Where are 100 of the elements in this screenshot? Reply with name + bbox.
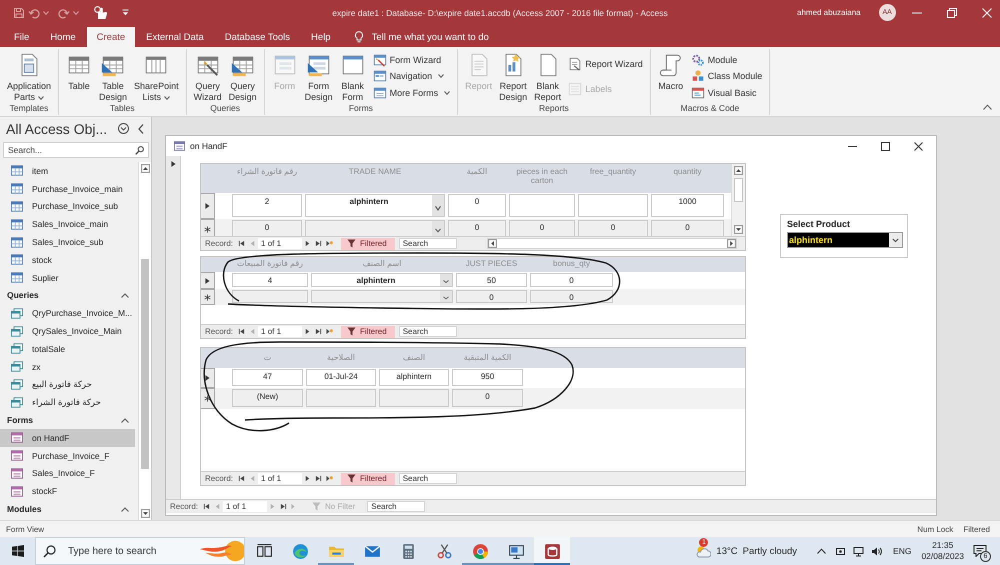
- first-record-icon[interactable]: [238, 328, 246, 335]
- search-field[interactable]: Search...: [8, 145, 135, 155]
- weather-icon[interactable]: [695, 544, 712, 558]
- text-field[interactable]: 0: [578, 220, 648, 237]
- nav-item[interactable]: Sales_Invoice_main: [0, 215, 135, 234]
- combo-box[interactable]: alphintern: [305, 194, 445, 217]
- chevron-up-icon[interactable]: [817, 548, 826, 554]
- new-record-icon[interactable]: [326, 475, 334, 482]
- first-record-icon[interactable]: [203, 503, 210, 510]
- menu-tab[interactable]: File: [4, 27, 40, 47]
- ribbon-button[interactable]: Report Wizard: [568, 57, 643, 72]
- ribbon-button[interactable]: Class Module: [690, 69, 762, 84]
- text-field[interactable]: [306, 389, 376, 407]
- new-record-icon[interactable]: [326, 240, 334, 247]
- text-field[interactable]: 0: [232, 220, 302, 237]
- menu-tab[interactable]: Help: [301, 27, 341, 47]
- text-field[interactable]: 0: [530, 273, 613, 287]
- ribbon-button[interactable]: More Forms: [372, 86, 450, 100]
- caret-icon[interactable]: [73, 10, 79, 14]
- ribbon-button[interactable]: Table: [64, 52, 94, 92]
- text-field[interactable]: [232, 290, 308, 303]
- nav-item[interactable]: item: [0, 162, 135, 180]
- ribbon-button[interactable]: Macro: [656, 52, 686, 92]
- first-record-icon[interactable]: [238, 475, 246, 482]
- menu-tab[interactable]: Create: [86, 27, 136, 47]
- search-field[interactable]: Tell me what you want to do: [372, 32, 522, 42]
- search-box[interactable]: Search...: [3, 142, 149, 158]
- nav-item[interactable]: stockF: [0, 482, 135, 500]
- nav-item[interactable]: QryPurchase_Invoice_M...: [0, 304, 135, 322]
- ribbon-button[interactable]: Visual Basic: [690, 86, 762, 100]
- nav-group-header[interactable]: Forms: [0, 411, 138, 429]
- text-field[interactable]: 0: [651, 220, 724, 237]
- nav-item[interactable]: QrySales_Invoice_Main: [0, 322, 135, 340]
- text-field[interactable]: 0: [448, 194, 506, 217]
- nav-item[interactable]: stock: [0, 250, 135, 269]
- record-selector[interactable]: [201, 388, 215, 409]
- record-number-field[interactable]: 1 of 1: [258, 326, 302, 337]
- clock[interactable]: 21:35 02/08/2023: [921, 540, 964, 562]
- weather-widget[interactable]: 13°C Partly cloudy: [716, 546, 798, 556]
- search-field[interactable]: Search: [398, 238, 457, 249]
- nav-item[interactable]: Sales_Invoice_F: [0, 464, 135, 482]
- record-number-field[interactable]: 1 of 1: [258, 238, 302, 249]
- close-icon[interactable]: [914, 142, 923, 150]
- caret-icon[interactable]: [43, 10, 49, 14]
- scroll-up-icon[interactable]: [734, 166, 743, 175]
- nav-item[interactable]: Purchase_Invoice_sub: [0, 198, 135, 216]
- text-field[interactable]: alphintern: [379, 369, 449, 386]
- text-field[interactable]: 01-Jul-24: [306, 369, 376, 386]
- taskbar-button[interactable]: [534, 537, 570, 565]
- text-field[interactable]: 0: [530, 290, 613, 303]
- ribbon-button[interactable]: SharePoint Lists: [132, 52, 181, 103]
- ribbon-button[interactable]: Blank Form: [338, 52, 368, 103]
- menu-tab[interactable]: Database Tools: [214, 27, 300, 47]
- last-record-icon[interactable]: [280, 503, 288, 510]
- restore-icon[interactable]: [946, 8, 957, 18]
- search-field[interactable]: Search: [398, 473, 457, 484]
- hand-icon[interactable]: [94, 6, 108, 20]
- last-record-icon[interactable]: [315, 475, 322, 482]
- first-record-icon[interactable]: [238, 240, 246, 247]
- text-field[interactable]: 47: [232, 369, 303, 386]
- nav-item[interactable]: totalSale: [0, 340, 135, 358]
- nav-item[interactable]: حركة فاتورة البيع: [0, 376, 135, 394]
- ribbon-button[interactable]: Application Parts: [5, 52, 54, 103]
- menu-tab[interactable]: Home: [40, 27, 86, 47]
- text-field[interactable]: 0: [509, 220, 575, 237]
- scrollbar[interactable]: [731, 164, 745, 236]
- nav-item[interactable]: on HandF: [0, 428, 135, 447]
- ribbon-button[interactable]: Query Wizard: [192, 52, 224, 103]
- combo-box[interactable]: alphintern: [787, 232, 903, 248]
- network-icon[interactable]: [853, 546, 864, 556]
- text-field[interactable]: 0: [448, 220, 506, 237]
- ribbon-button[interactable]: Form Design: [302, 52, 335, 103]
- ribbon-button[interactable]: Query Design: [226, 52, 259, 103]
- search-field[interactable]: Search: [398, 326, 457, 337]
- menu-tab[interactable]: External Data: [136, 27, 214, 47]
- scrollbar[interactable]: [138, 162, 151, 520]
- search-icon[interactable]: [135, 146, 144, 154]
- text-field[interactable]: 950: [452, 369, 523, 386]
- scrollbar-thumb[interactable]: [734, 178, 743, 202]
- undo-icon[interactable]: [28, 6, 40, 18]
- save-icon[interactable]: [13, 6, 25, 18]
- last-record-icon[interactable]: [315, 240, 322, 247]
- last-record-icon[interactable]: [315, 328, 322, 335]
- scroll-up-icon[interactable]: [140, 164, 150, 173]
- nav-group-header[interactable]: Queries: [0, 286, 138, 304]
- scroll-down-icon[interactable]: [734, 225, 743, 234]
- combo-box[interactable]: alphintern: [311, 273, 453, 287]
- nav-item[interactable]: Suplier: [0, 268, 135, 287]
- new-record-icon[interactable]: [326, 328, 334, 335]
- filter-button[interactable]: Filtered: [341, 238, 395, 250]
- record-number-field[interactable]: 1 of 1: [223, 501, 268, 512]
- record-selector[interactable]: [201, 193, 215, 219]
- nav-group-header[interactable]: Modules: [0, 500, 138, 518]
- record-selector[interactable]: [201, 272, 215, 289]
- ribbon-button[interactable]: Blank Report: [532, 52, 564, 103]
- scroll-down-icon[interactable]: [140, 509, 150, 518]
- nav-item[interactable]: Sales_Invoice_sub: [0, 233, 135, 251]
- nav-item[interactable]: zx: [0, 358, 135, 376]
- text-field[interactable]: [578, 194, 648, 217]
- filter-button[interactable]: Filtered: [341, 472, 395, 484]
